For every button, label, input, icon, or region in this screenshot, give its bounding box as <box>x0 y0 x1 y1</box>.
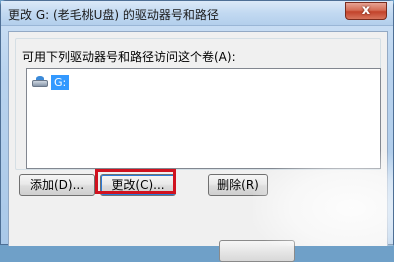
list-item[interactable]: G: <box>31 74 70 90</box>
list-item-label: G: <box>51 74 70 90</box>
volume-panel: 可用下列驱动器号和路径访问这个卷(A): G: <box>15 38 381 170</box>
drive-path-list[interactable]: G: <box>26 68 381 169</box>
list-caption: 可用下列驱动器号和路径访问这个卷(A): <box>22 50 236 64</box>
highlight-box <box>95 169 176 194</box>
dialog-window: 更改 G: (老毛桃U盘) 的驱动器号和路径 x 可用下列驱动器号和路径访问这个… <box>0 0 394 262</box>
close-icon: x <box>361 3 371 18</box>
add-button[interactable]: 添加(D)... <box>19 174 95 196</box>
title-bar[interactable]: 更改 G: (老毛桃U盘) 的驱动器号和路径 x <box>1 1 393 26</box>
window-title: 更改 G: (老毛桃U盘) 的驱动器号和路径 <box>8 8 219 22</box>
ok-button[interactable] <box>219 240 295 262</box>
close-button[interactable]: x <box>345 2 387 20</box>
dialog-client-area: 可用下列驱动器号和路径访问这个卷(A): G: 添加(D)... 更改(C)..… <box>8 31 388 262</box>
delete-button[interactable]: 删除(R) <box>208 174 268 196</box>
drive-icon <box>31 76 49 88</box>
